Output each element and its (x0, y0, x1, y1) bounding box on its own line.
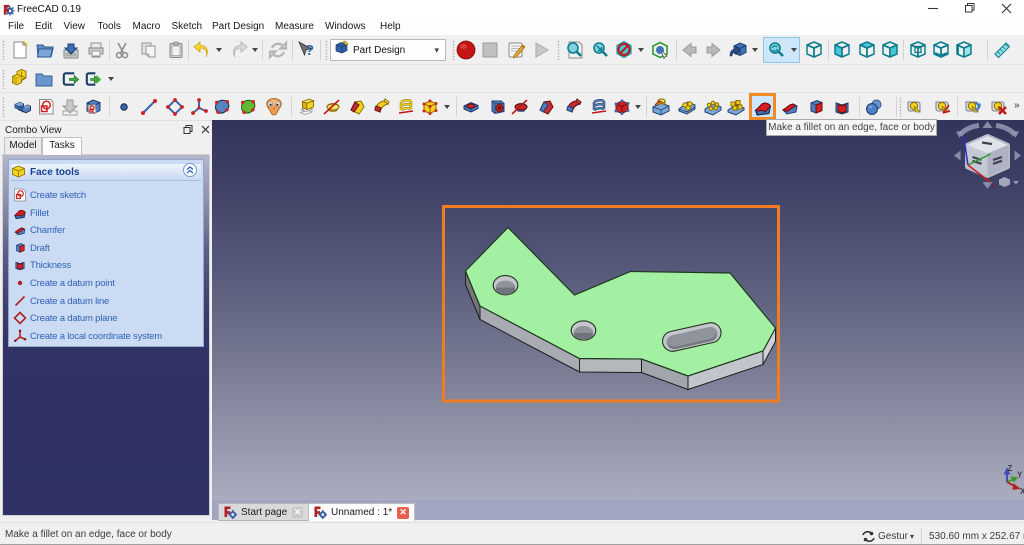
svg-text:Z: Z (1008, 465, 1013, 473)
svg-text:x: x (991, 183, 995, 190)
svg-text:?: ? (305, 42, 314, 59)
svg-text:X: X (1020, 487, 1024, 496)
svg-text:Y: Y (1017, 471, 1023, 480)
